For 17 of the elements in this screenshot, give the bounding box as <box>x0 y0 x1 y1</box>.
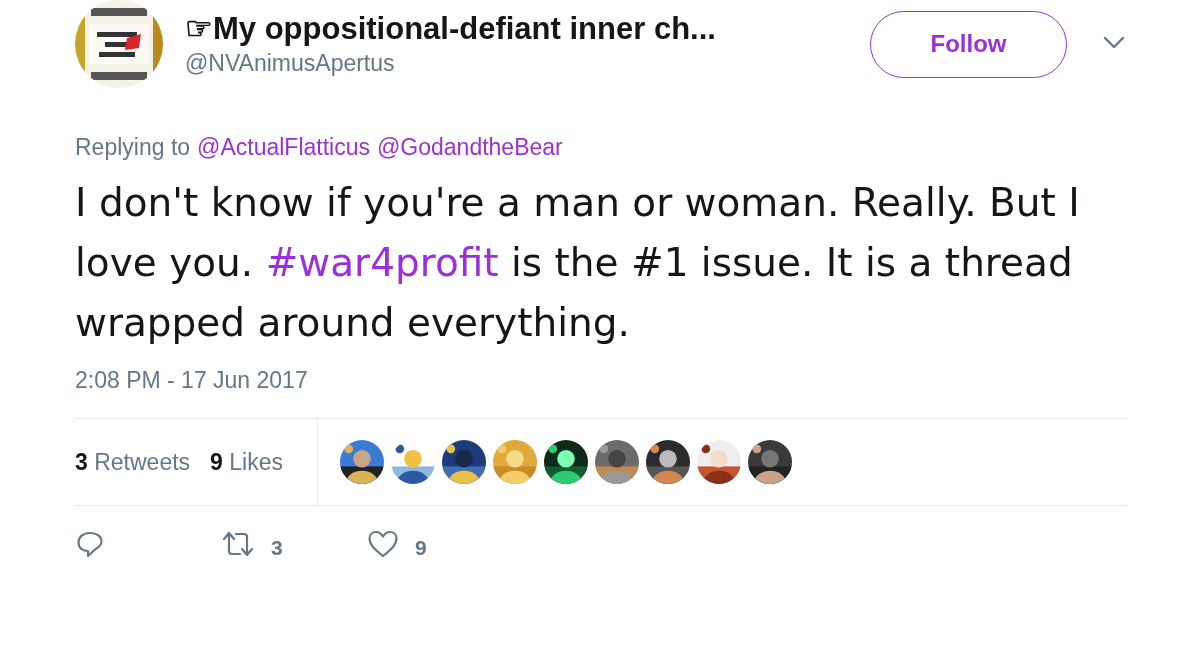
tweet-text: I don't know if you're a man or woman. Really. But I love you. #war4profit is the #1 issue. It is a thread wrapped around everything. <box>75 179 1081 347</box>
follow-button[interactable]: Follow <box>870 10 1067 78</box>
display-name[interactable]: ☞My oppositional-defiant inner ch... <box>185 10 870 48</box>
reply-icon[interactable] <box>75 529 105 559</box>
caret-icon[interactable] <box>1103 35 1125 49</box>
stat-link[interactable]: 3 Retweets <box>75 448 191 476</box>
reply-label: Replying to <box>75 134 191 161</box>
hashtag-link[interactable]: #war4profit <box>265 240 499 285</box>
heart-icon[interactable] <box>367 529 399 559</box>
timestamp[interactable]: 2:08 PM - 17 Jun 2017 <box>75 367 1127 394</box>
mention-link[interactable]: @ActualFlatticus <box>197 134 370 161</box>
mention-link[interactable]: @GodandtheBear <box>377 134 563 161</box>
user-handle[interactable]: @NVAnimusApertus <box>185 48 870 78</box>
like-count: 9 <box>415 536 427 560</box>
retweet-icon[interactable] <box>221 529 255 559</box>
stat-link[interactable]: 9 Likes <box>210 448 283 476</box>
retweet-count: 3 <box>271 536 283 560</box>
